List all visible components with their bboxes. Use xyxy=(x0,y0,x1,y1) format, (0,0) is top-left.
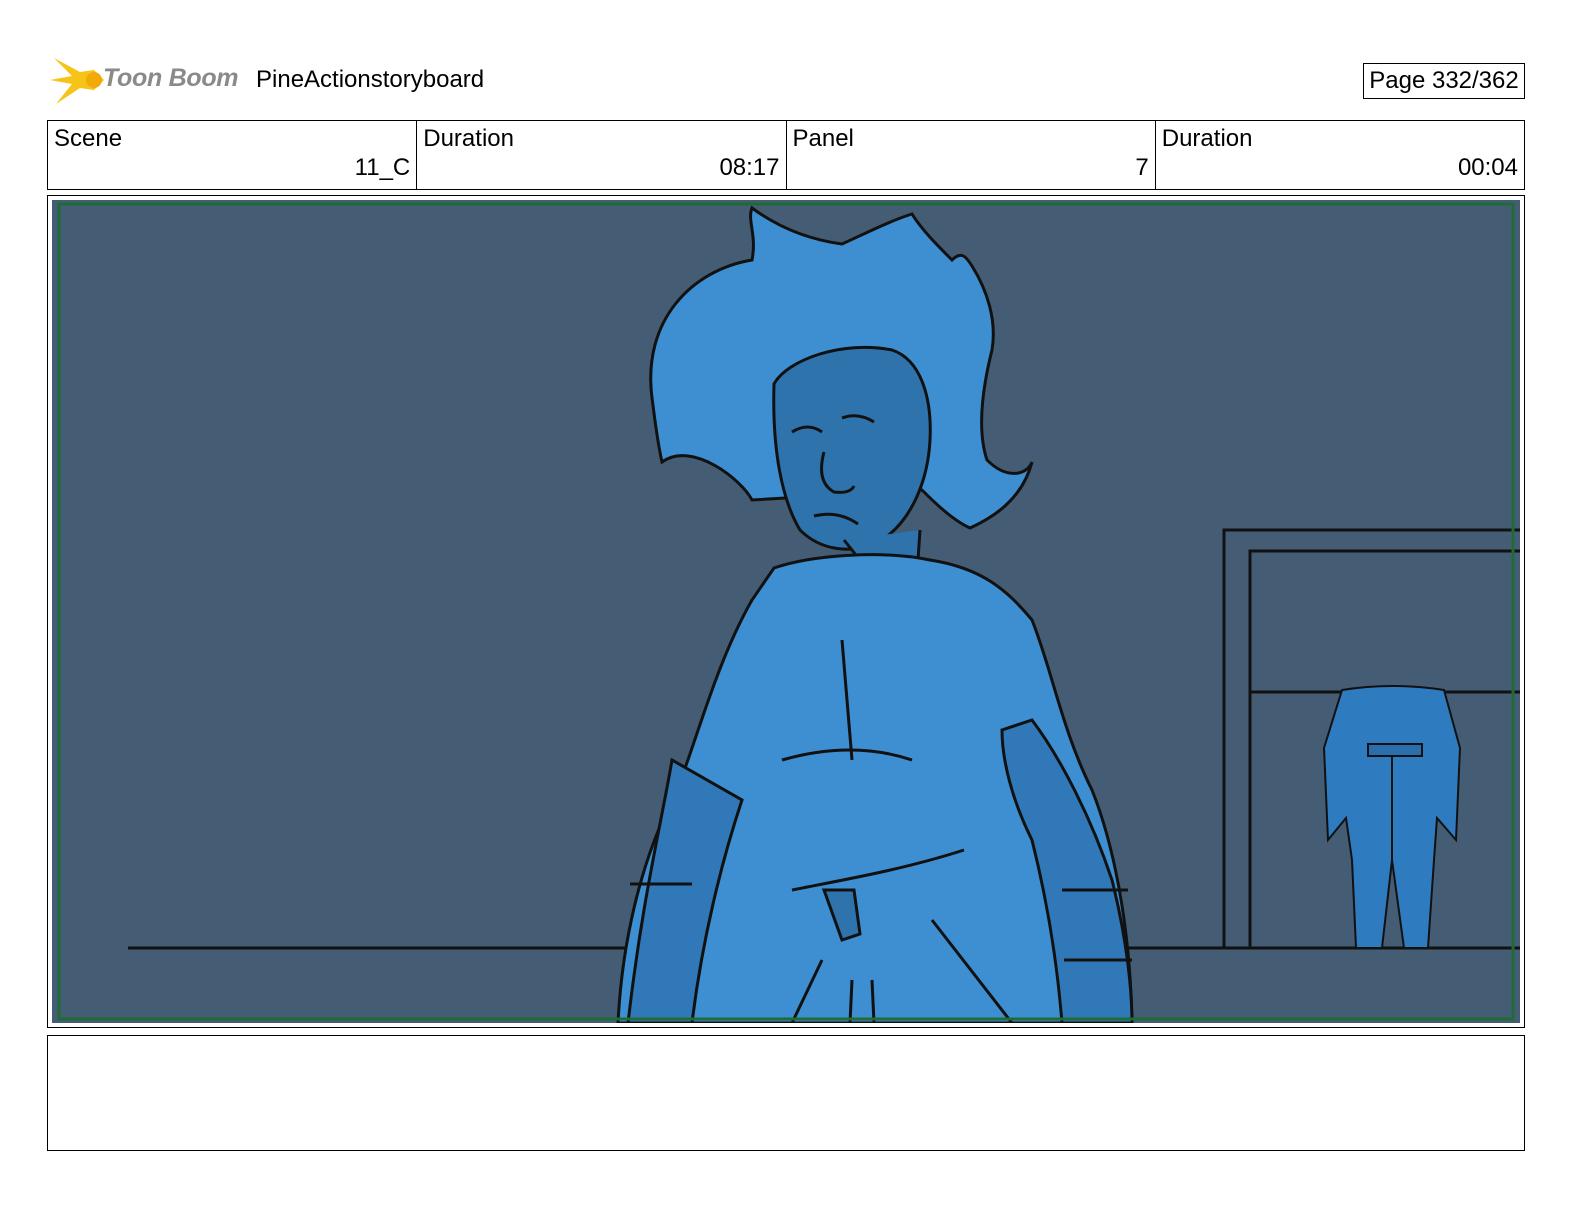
panel-duration-label: Duration xyxy=(1161,125,1253,152)
scene-duration-value: 08:17 xyxy=(719,154,780,181)
scene-cell: Scene 11_C xyxy=(48,121,418,189)
page-indicator: Page 332/362 xyxy=(1363,63,1525,99)
logo-brand-text: Toon Boom xyxy=(103,64,239,92)
panel-cell: Panel 7 xyxy=(787,121,1156,189)
starburst-logo-icon xyxy=(50,58,104,104)
info-table: Scene 11_C Duration 08:17 Panel 7 Durati… xyxy=(47,120,1525,190)
project-title: PineActionstoryboard xyxy=(256,66,485,93)
panel-drawing xyxy=(52,200,1520,1023)
scene-value: 11_C xyxy=(354,154,411,181)
panel-value: 7 xyxy=(1135,154,1149,181)
storyboard-panel xyxy=(47,195,1525,1028)
notes-box xyxy=(47,1035,1525,1151)
scene-label: Scene xyxy=(54,125,123,152)
panel-duration-cell: Duration 00:04 xyxy=(1156,121,1524,189)
panel-label: Panel xyxy=(792,125,854,152)
toon-boom-logo: Toon Boom xyxy=(50,52,240,108)
panel-duration-value: 00:04 xyxy=(1457,154,1518,181)
scene-duration-cell: Duration 08:17 xyxy=(417,121,787,189)
storyboard-sketch xyxy=(52,200,1520,1023)
scene-duration-label: Duration xyxy=(423,125,514,152)
